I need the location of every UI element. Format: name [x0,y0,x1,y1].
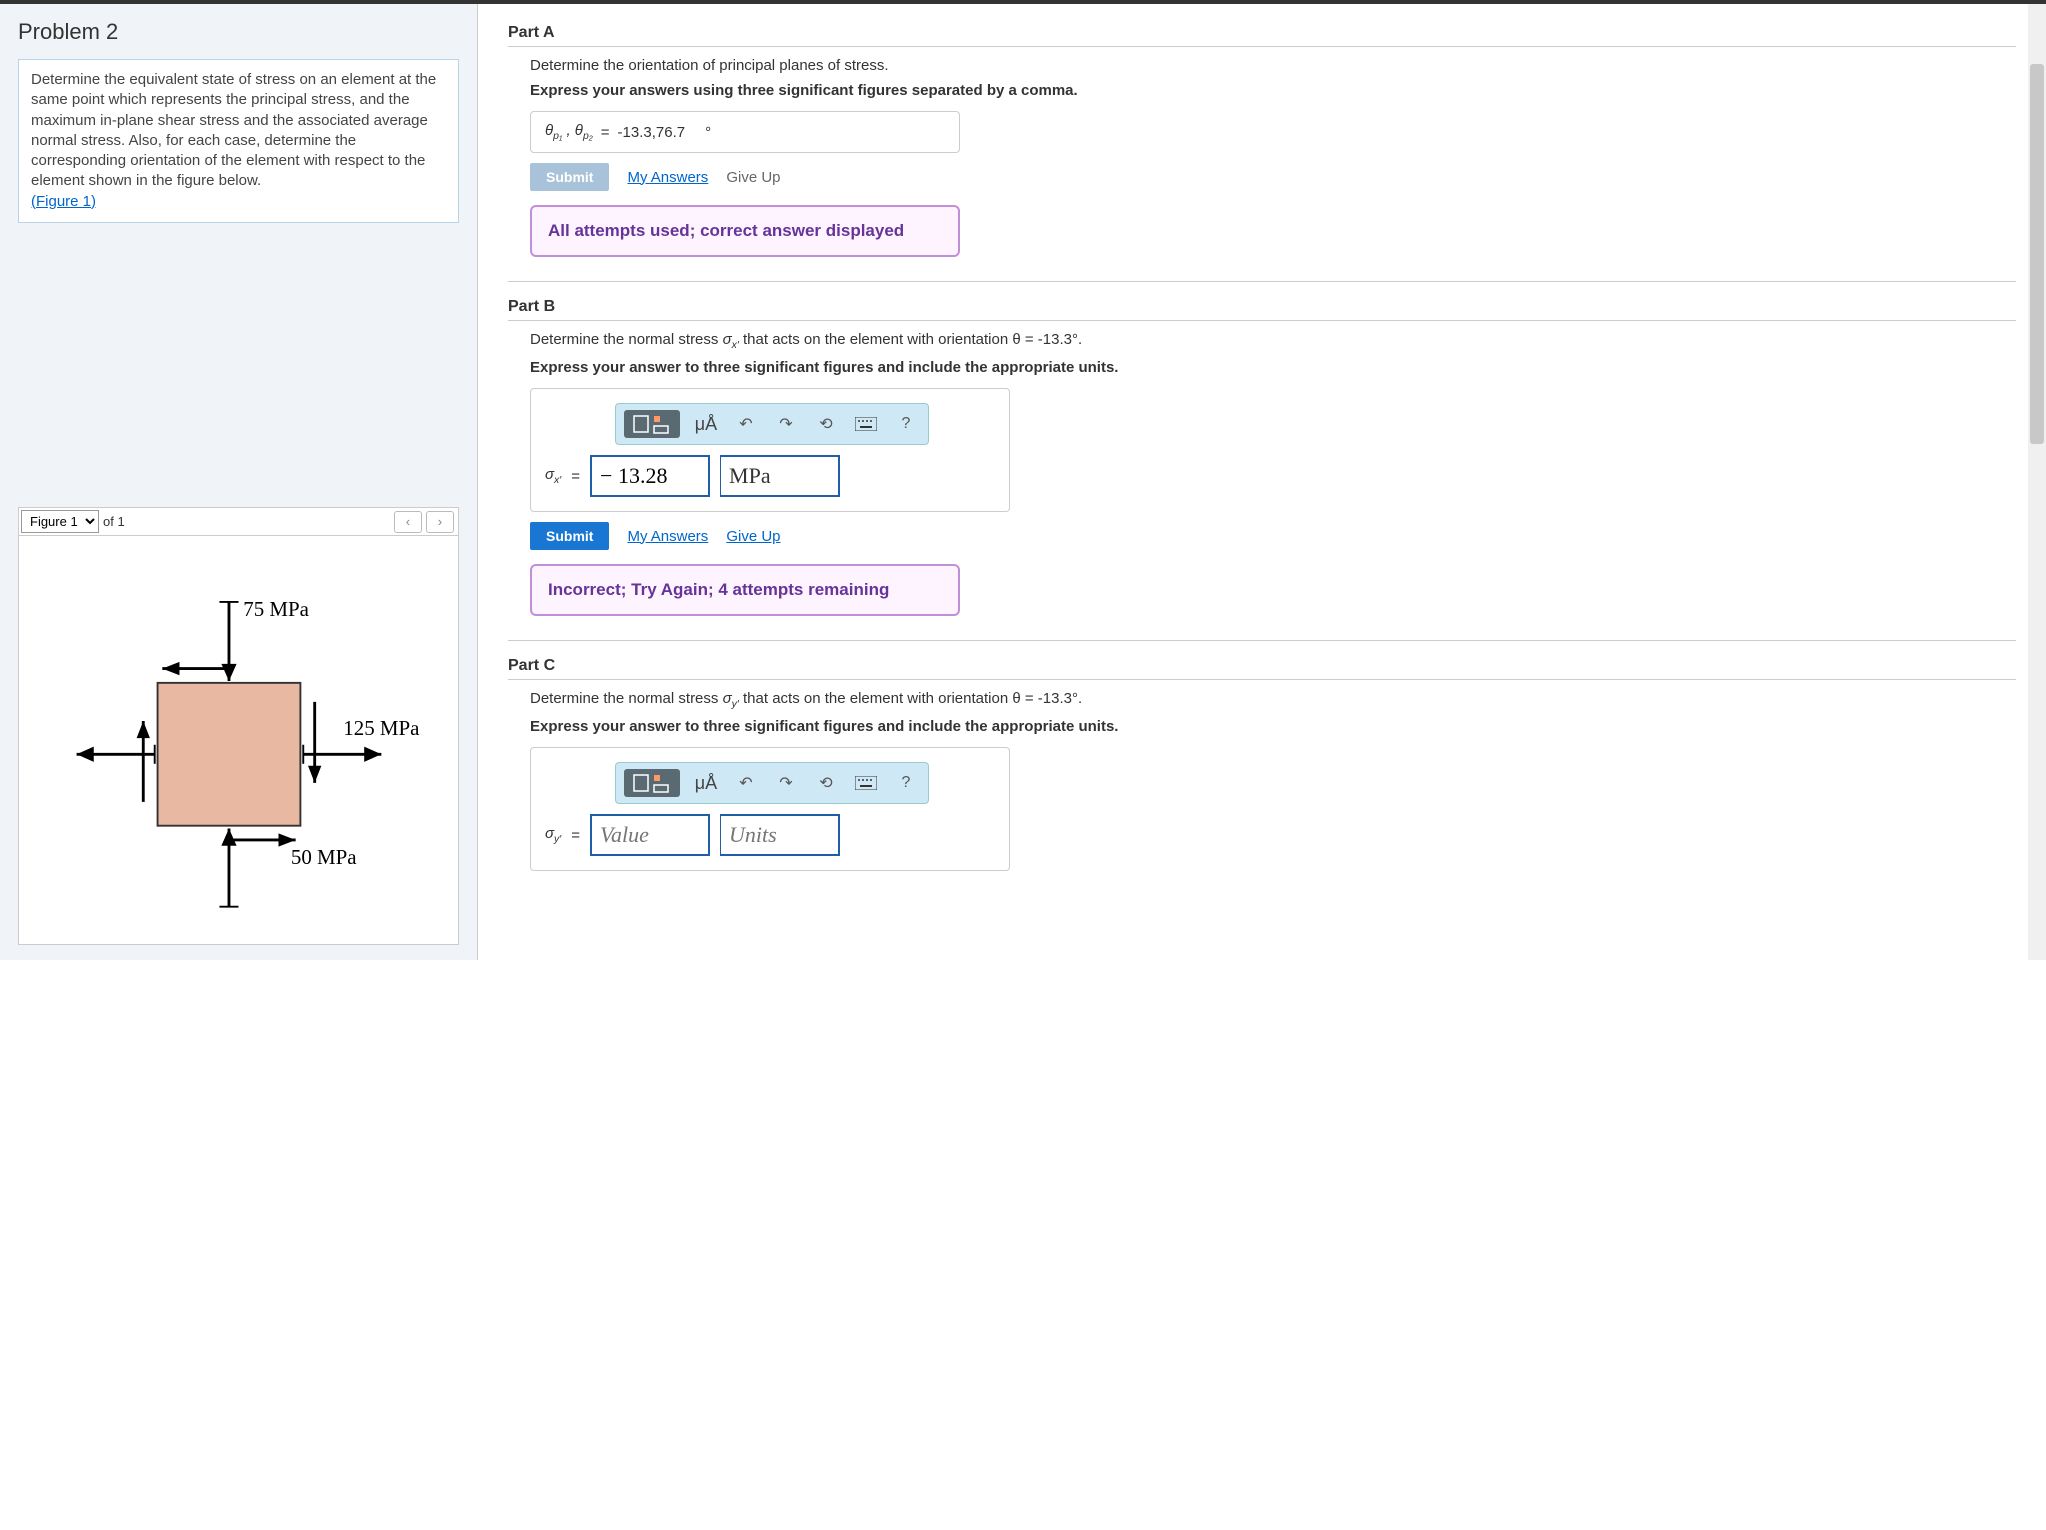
part-a-answer-box: θp₁ , θp₂ = -13.3,76.7 ° [530,111,960,153]
part-b-giveup-link[interactable]: Give Up [726,528,780,545]
keyboard-icon[interactable] [852,769,880,797]
figure-selector[interactable]: Figure 1 [21,510,99,533]
help-icon[interactable]: ? [892,769,920,797]
figure-header: Figure 1 of 1 ‹ › [18,507,459,535]
part-a-section: Part A Determine the orientation of prin… [508,24,2016,257]
part-a-var: θp₁ , θp₂ [545,122,593,142]
part-a-giveup-link[interactable]: Give Up [726,169,780,186]
figure-link[interactable]: (Figure 1) [31,193,96,210]
problem-title: Problem 2 [18,19,459,45]
part-b-submit-button[interactable]: Submit [530,522,609,550]
figure-prev-button[interactable]: ‹ [394,511,422,533]
part-b-section: Part B Determine the normal stress σx′ t… [508,298,2016,616]
units-icon[interactable]: μÅ [692,410,720,438]
part-c-instruction: Express your answer to three significant… [530,718,2016,735]
part-c-input-box: μÅ ↶ ↷ ⟲ ? σy′ = [530,747,1010,871]
part-a-unit: ° [705,124,711,141]
part-b-value-input[interactable] [590,455,710,497]
scroll-thumb[interactable] [2030,64,2044,444]
label-right: 125 MPa [343,716,419,740]
part-c-var: σy′ [545,825,561,845]
part-b-toolbar: μÅ ↶ ↷ ⟲ ? [615,403,929,445]
part-a-title: Part A [508,24,2016,47]
scrollbar[interactable] [2028,4,2046,960]
units-icon[interactable]: μÅ [692,769,720,797]
part-c-unit-input[interactable] [720,814,840,856]
figure-next-button[interactable]: › [426,511,454,533]
part-b-prompt: Determine the normal stress σx′ that act… [530,331,2016,351]
right-panel: Part A Determine the orientation of prin… [478,4,2046,960]
figure-body: 75 MPa 125 MPa 50 MPa [18,535,459,945]
stress-element-diagram: 75 MPa 125 MPa 50 MPa [29,556,448,924]
redo-icon[interactable]: ↷ [772,410,800,438]
part-b-instruction: Express your answer to three significant… [530,359,2016,376]
part-b-var: σx′ [545,466,561,486]
redo-icon[interactable]: ↷ [772,769,800,797]
problem-description: Determine the equivalent state of stress… [31,71,436,189]
reset-icon[interactable]: ⟲ [812,410,840,438]
figure-count: of 1 [103,514,125,529]
left-panel: Problem 2 Determine the equivalent state… [0,4,478,960]
part-c-section: Part C Determine the normal stress σy′ t… [508,657,2016,871]
part-a-value: -13.3,76.7 [618,124,686,141]
problem-description-box: Determine the equivalent state of stress… [18,59,459,223]
part-a-instruction: Express your answers using three signifi… [530,82,2016,99]
label-top: 75 MPa [243,597,309,621]
part-a-feedback: All attempts used; correct answer displa… [530,205,960,257]
label-bottom: 50 MPa [291,845,357,869]
template-icon[interactable] [624,410,680,438]
part-c-toolbar: μÅ ↶ ↷ ⟲ ? [615,762,929,804]
part-c-value-input[interactable] [590,814,710,856]
part-c-title: Part C [508,657,2016,680]
reset-icon[interactable]: ⟲ [812,769,840,797]
divider-2 [508,640,2016,641]
divider [508,281,2016,282]
part-b-my-answers-link[interactable]: My Answers [627,528,708,545]
part-a-my-answers-link[interactable]: My Answers [627,169,708,186]
part-c-prompt: Determine the normal stress σy′ that act… [530,690,2016,710]
help-icon[interactable]: ? [892,410,920,438]
undo-icon[interactable]: ↶ [732,410,760,438]
part-b-input-box: μÅ ↶ ↷ ⟲ ? σx′ = [530,388,1010,512]
part-b-title: Part B [508,298,2016,321]
undo-icon[interactable]: ↶ [732,769,760,797]
keyboard-icon[interactable] [852,410,880,438]
part-a-submit-button[interactable]: Submit [530,163,609,191]
part-a-prompt: Determine the orientation of principal p… [530,57,2016,74]
figure-section: Figure 1 of 1 ‹ › [18,507,459,945]
part-b-unit-input[interactable] [720,455,840,497]
template-icon[interactable] [624,769,680,797]
part-b-feedback: Incorrect; Try Again; 4 attempts remaini… [530,564,960,616]
